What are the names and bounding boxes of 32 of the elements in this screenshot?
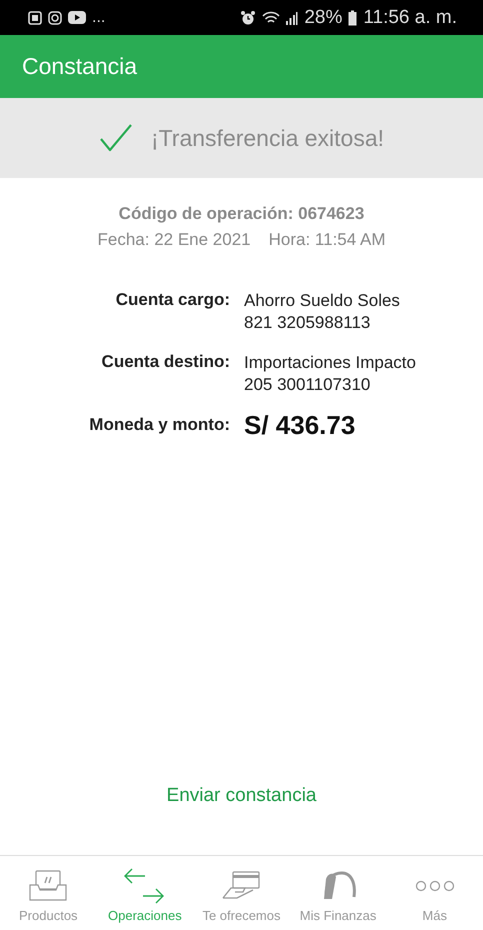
nav-tab[interactable]: Mis Finanzas: [290, 856, 386, 930]
detail-value: 821 3205988113: [244, 312, 372, 334]
clock: 11:56 a. m.: [363, 6, 457, 28]
battery-icon: [348, 10, 358, 26]
battery-percent: 28%: [304, 6, 342, 28]
amount-value: S/ 436.73: [244, 414, 356, 436]
nav-tab[interactable]: Más: [386, 856, 483, 930]
wifi-icon: [262, 10, 280, 24]
detail-label: Cuenta destino:: [100, 352, 230, 373]
detail-value: 205 3001107310: [244, 374, 372, 396]
tray-money-icon: [28, 869, 68, 903]
send-receipt-link[interactable]: Enviar constancia: [166, 785, 316, 807]
alarm-icon: [240, 10, 256, 26]
nav-tab[interactable]: Operaciones: [96, 856, 194, 930]
video-play-icon: [68, 11, 86, 24]
success-message: ¡Transferencia exitosa!: [150, 124, 384, 152]
detail-value: Ahorro Sueldo Soles: [244, 290, 401, 312]
detail-label: Cuenta cargo:: [114, 290, 230, 311]
more-dots-icon: [414, 880, 455, 892]
screen-title: Constancia: [22, 53, 138, 80]
operation-time: Hora: 11:54 AM: [268, 230, 386, 250]
checkmark-icon: [98, 123, 133, 153]
more-notifications: ...: [92, 8, 106, 26]
operation-code: Código de operación: 0674623: [118, 204, 364, 224]
nav-tab[interactable]: Te ofrecemos: [193, 856, 290, 930]
camera-icon: [48, 10, 62, 24]
detail-value: Importaciones Impacto: [244, 352, 417, 374]
operation-date: Fecha: 22 Ene 2021: [98, 230, 251, 250]
nav-tab[interactable]: Productos: [0, 856, 97, 930]
app-notification-icon: [28, 10, 42, 24]
detail-label: Moneda y monto:: [88, 415, 230, 435]
signal-icon: [286, 10, 298, 24]
